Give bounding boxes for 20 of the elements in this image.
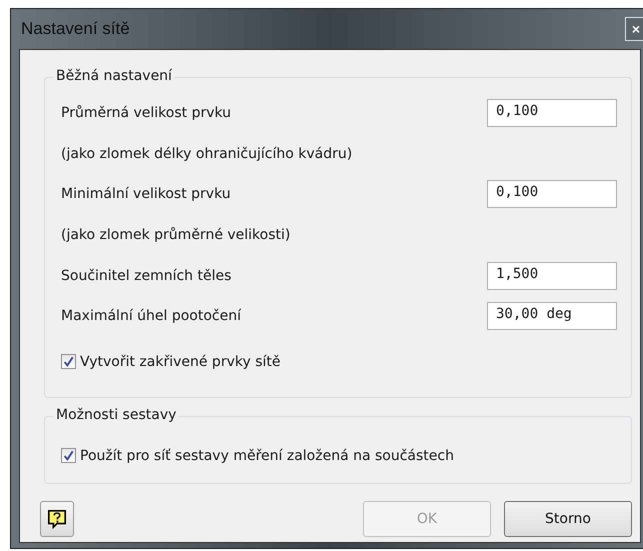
hint-text: (jako zlomek průměrné velikosti) — [61, 227, 290, 244]
checkbox[interactable] — [61, 448, 76, 464]
input-field[interactable]: 1,500 — [487, 262, 617, 290]
help-button[interactable] — [40, 500, 74, 537]
field-label: Průměrná velikost prvku — [61, 105, 232, 122]
input-field[interactable]: 0,100 — [487, 99, 617, 128]
checkbox-label: Použít pro síť sestavy měření založená na součástech — [80, 448, 454, 464]
dialog-button[interactable]: Storno — [504, 500, 632, 537]
field-label: Maximální úhel pootočení — [61, 308, 241, 324]
window-title: Nastavení sítě — [20, 19, 130, 39]
checkbox-label: Vytvořit zakřivené prvky sítě — [80, 354, 280, 370]
checkbox[interactable] — [61, 354, 76, 370]
hint-text: (jako zlomek délky ohraničujícího kvádru) — [61, 146, 352, 162]
input-field[interactable]: 0,100 — [487, 180, 617, 208]
field-label: Minimální velikost prvku — [61, 186, 231, 202]
close-button[interactable]: × — [625, 17, 643, 41]
help-icon — [47, 508, 67, 529]
input-field[interactable]: 30,00 deg — [487, 302, 617, 330]
field-label: Součinitel zemních těles — [61, 268, 232, 284]
group-title: Možnosti sestavy — [53, 406, 180, 423]
